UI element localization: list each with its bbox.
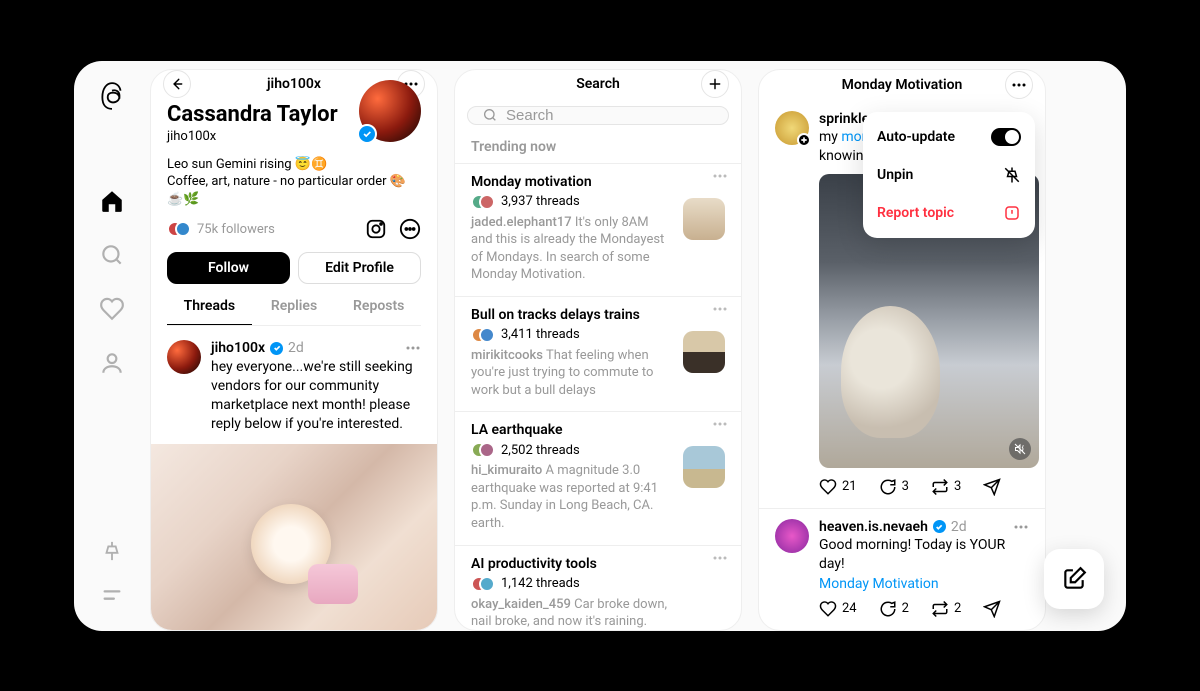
like-button[interactable]: 21 xyxy=(819,478,857,496)
profile-header-title: jiho100x xyxy=(267,76,321,92)
trend-thumbnail xyxy=(683,198,725,240)
trend-sample: okay_kaiden_459 Car broke down, nail bro… xyxy=(471,596,725,631)
more-options-icon[interactable] xyxy=(399,218,421,240)
trending-label: Trending now xyxy=(455,139,741,163)
topic-header-title: Monday Motivation xyxy=(842,77,963,93)
followers-link[interactable]: 75k followers xyxy=(167,221,275,237)
post-avatar[interactable] xyxy=(775,519,809,553)
nav-activity-icon[interactable] xyxy=(88,285,136,333)
post-text: Good morning! Today is YOUR day! xyxy=(819,536,1029,574)
post-avatar[interactable] xyxy=(167,340,201,374)
trend-title: Bull on tracks delays trains xyxy=(471,307,725,323)
bio: Leo sun Gemini rising 😇♊ Coffee, art, na… xyxy=(167,156,421,209)
trend-count: 2,502 threads xyxy=(501,443,580,458)
post-time: 2d xyxy=(951,519,967,535)
nav-pin-icon[interactable] xyxy=(88,533,136,569)
trend-more-button[interactable] xyxy=(713,556,727,560)
add-column-button[interactable] xyxy=(701,70,729,98)
profile-avatar[interactable] xyxy=(359,80,421,142)
engagement-bar: 24 2 2 xyxy=(819,600,1029,618)
post-user[interactable]: heaven.is.nevaeh xyxy=(819,519,928,535)
post-more-button[interactable] xyxy=(1013,525,1029,529)
search-column: Search Trending now Monday motivation 3,… xyxy=(454,69,742,631)
tab-reposts[interactable]: Reposts xyxy=(336,298,421,325)
trend-item[interactable]: AI productivity tools 1,142 threads okay… xyxy=(455,545,741,631)
verified-badge-icon xyxy=(933,520,946,533)
search-icon xyxy=(482,107,498,123)
trend-item[interactable]: LA earthquake 2,502 threads hi_kimuraito… xyxy=(455,411,741,544)
trend-more-button[interactable] xyxy=(713,422,727,426)
post-image[interactable] xyxy=(151,444,437,631)
search-header-title: Search xyxy=(576,76,620,92)
post-more-button[interactable] xyxy=(405,346,421,350)
trend-thumbnail xyxy=(683,446,725,488)
search-box[interactable] xyxy=(467,106,729,125)
trend-thumbnail xyxy=(683,331,725,373)
share-button[interactable] xyxy=(983,600,1001,618)
topic-header-more-button[interactable] xyxy=(1005,71,1033,99)
report-icon xyxy=(1003,204,1021,222)
verified-badge-icon xyxy=(357,124,377,144)
nav-profile-icon[interactable] xyxy=(88,339,136,387)
share-button[interactable] xyxy=(983,478,1001,496)
post-avatar[interactable] xyxy=(775,111,809,145)
column-options-popover: Auto-update Unpin Report topic xyxy=(863,112,1035,238)
trend-title: AI productivity tools xyxy=(471,556,725,572)
trend-title: Monday motivation xyxy=(471,174,725,190)
nav-rail xyxy=(74,61,150,631)
auto-update-toggle[interactable]: Auto-update xyxy=(863,118,1035,156)
profile-tabs: Threads Replies Reposts xyxy=(167,298,421,326)
trend-item[interactable]: Bull on tracks delays trains 3,411 threa… xyxy=(455,296,741,412)
follow-button[interactable]: Follow xyxy=(167,252,290,284)
trend-more-button[interactable] xyxy=(713,174,727,178)
topic-tag-link[interactable]: Monday Motivation xyxy=(819,575,1029,594)
repost-button[interactable]: 2 xyxy=(931,600,961,618)
nav-search-icon[interactable] xyxy=(88,231,136,279)
toggle-switch[interactable] xyxy=(991,128,1021,146)
post-text: hey everyone...we're still seeking vendo… xyxy=(211,358,421,434)
post-user[interactable]: jiho100x xyxy=(211,340,265,356)
trend-item[interactable]: Monday motivation 3,937 threads jaded.el… xyxy=(455,163,741,296)
trend-count: 3,411 threads xyxy=(501,327,580,342)
nav-home-icon[interactable] xyxy=(88,177,136,225)
profile-post: jiho100x 2d hey everyone...we're still s… xyxy=(151,326,437,630)
back-button[interactable] xyxy=(163,70,191,98)
verified-badge-icon xyxy=(270,342,283,355)
mute-icon[interactable] xyxy=(1009,438,1031,460)
compose-button[interactable] xyxy=(1044,549,1104,609)
topic-column: Monday Motivation sprinkles_b my monday … xyxy=(758,69,1046,631)
unpin-button[interactable]: Unpin xyxy=(863,156,1035,194)
tab-threads[interactable]: Threads xyxy=(167,298,252,325)
follow-badge-icon[interactable] xyxy=(797,133,811,147)
trend-more-button[interactable] xyxy=(713,307,727,311)
trend-count: 1,142 threads xyxy=(501,576,580,591)
followers-count: 75k followers xyxy=(197,222,275,237)
instagram-icon[interactable] xyxy=(365,218,387,240)
report-topic-button[interactable]: Report topic xyxy=(863,194,1035,232)
reply-button[interactable]: 3 xyxy=(879,478,909,496)
profile-column: jiho100x Cassandra Taylor jiho100x Leo s… xyxy=(150,69,438,631)
tab-replies[interactable]: Replies xyxy=(252,298,337,325)
nav-menu-icon[interactable] xyxy=(88,577,136,613)
trend-title: LA earthquake xyxy=(471,422,725,438)
unpin-icon xyxy=(1003,166,1021,184)
threads-logo[interactable] xyxy=(99,81,125,111)
search-input[interactable] xyxy=(506,107,714,124)
post-time: 2d xyxy=(288,340,304,356)
repost-button[interactable]: 3 xyxy=(931,478,961,496)
reply-button[interactable]: 2 xyxy=(879,600,909,618)
trend-count: 3,937 threads xyxy=(501,194,580,209)
like-button[interactable]: 24 xyxy=(819,600,857,618)
edit-profile-button[interactable]: Edit Profile xyxy=(298,252,421,284)
engagement-bar: 21 3 3 xyxy=(819,478,1029,496)
